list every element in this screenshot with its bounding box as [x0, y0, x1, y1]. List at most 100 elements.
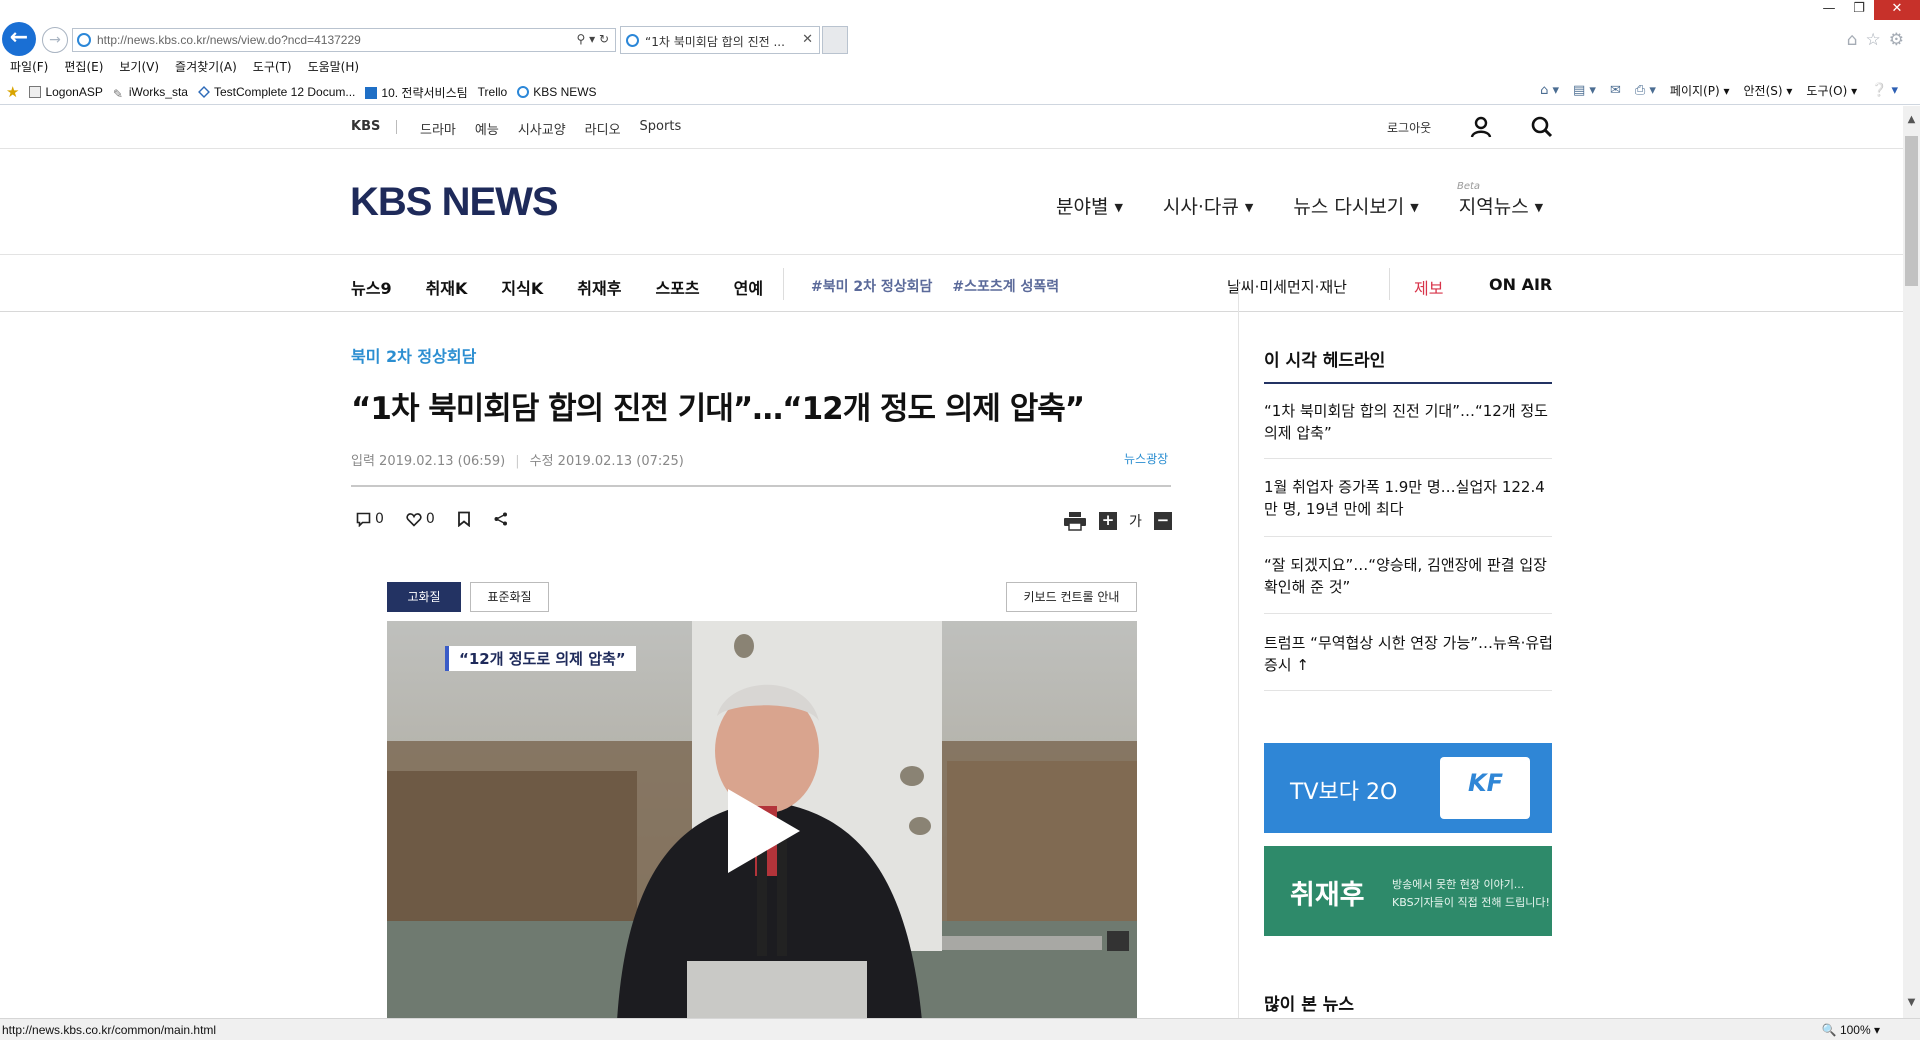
fav-kbs-news[interactable]: KBS NEWS	[517, 85, 597, 99]
menu-help[interactable]: 도움말(H)	[308, 58, 360, 75]
article-category[interactable]: 북미 2차 정상회담	[351, 343, 1171, 367]
menu-view[interactable]: 보기(V)	[119, 58, 159, 75]
share-icon[interactable]	[493, 511, 509, 527]
new-tab-button[interactable]	[822, 26, 848, 54]
banner-chwijaehu-title: 취재후	[1290, 880, 1365, 911]
zoom-level[interactable]: 🔍 100% ▾	[1822, 1023, 1880, 1037]
help-icon[interactable]: ❔ ▾	[1871, 83, 1898, 98]
search-icon[interactable]	[1530, 115, 1554, 139]
scroll-up-icon[interactable]: ▲	[1903, 114, 1920, 131]
scroll-down-icon[interactable]: ▼	[1903, 997, 1920, 1014]
safety-menu[interactable]: 안전(S) ▾	[1744, 82, 1793, 99]
subnav-jisik-k[interactable]: 지식K	[501, 275, 543, 299]
home-favorites-settings-icons[interactable]: ⌂☆⚙	[1847, 30, 1912, 50]
most-viewed-title: 많이 본 뉴스	[1264, 995, 1355, 1015]
gnb-link-radio[interactable]: 라디오	[585, 119, 621, 138]
article-header: 북미 2차 정상회담 “1차 북미회담 합의 진전 기대”…“12개 정도 의제…	[351, 343, 1171, 428]
address-url[interactable]: http://news.kbs.co.kr/news/view.do?ncd=4…	[97, 33, 361, 47]
hq-quality-button[interactable]: 고화질	[387, 582, 461, 612]
menu-news-replay[interactable]: 뉴스 다시보기 ▼	[1293, 192, 1418, 219]
gnb-link-drama[interactable]: 드라마	[420, 119, 456, 138]
status-url: http://news.kbs.co.kr/common/main.html	[2, 1023, 217, 1037]
tag-summit[interactable]: #북미 2차 정상회담	[811, 276, 932, 296]
print-icon[interactable]	[1063, 511, 1087, 531]
gnb-link-entertainment[interactable]: 예능	[475, 119, 499, 138]
address-tools[interactable]: ⚲ ▾ ↻	[577, 32, 610, 46]
subnav-sports[interactable]: 스포츠	[655, 275, 699, 299]
minimize-button[interactable]: —	[1814, 0, 1844, 20]
beta-label: Beta	[1457, 181, 1481, 192]
divider	[1264, 382, 1552, 384]
subnav-chwijaehu[interactable]: 취재후	[577, 275, 621, 299]
subnav-entertainment[interactable]: 연예	[734, 275, 763, 299]
kbs-news-logo[interactable]: KBS NEWS	[350, 180, 559, 225]
kf-badge: KF	[1440, 757, 1530, 819]
menu-edit[interactable]: 편집(E)	[64, 58, 103, 75]
gnb-link-sports[interactable]: Sports	[640, 119, 682, 138]
comment-icon	[356, 512, 371, 527]
headline-item[interactable]: “잘 되겠지요”…“양승태, 김앤장에 판결 입장 확인해 준 것”	[1264, 554, 1554, 598]
tv-banner[interactable]: TV보다 2O KF	[1264, 743, 1552, 833]
banner-chwijaehu-line1: 방송에서 못한 현장 이야기...	[1392, 878, 1525, 891]
subnav-items: 뉴스9 취재K 지식K 취재후 스포츠 연예	[351, 275, 763, 299]
keyboard-guide-button[interactable]: 키보드 컨트롤 안내	[1006, 582, 1137, 612]
close-window-button[interactable]: ✕	[1874, 0, 1920, 20]
tab-close-icon[interactable]: ✕	[802, 32, 813, 47]
headline-item[interactable]: “1차 북미회담 합의 진전 기대”…“12개 정도 의제 압축”	[1264, 400, 1554, 444]
fav-iworks[interactable]: ✎ iWorks_sta	[113, 85, 188, 101]
browser-tab[interactable]: “1차 북미회담 합의 진전 ... ✕	[620, 26, 820, 54]
heart-icon	[406, 512, 422, 527]
ie-icon	[626, 34, 639, 47]
subnav-news9[interactable]: 뉴스9	[351, 275, 392, 299]
font-decrease-button[interactable]: −	[1153, 512, 1172, 530]
program-source[interactable]: 뉴스광장	[1124, 450, 1168, 467]
fav-testcomplete[interactable]: TestComplete 12 Docum...	[198, 85, 355, 99]
article-headline: “1차 북미회담 합의 진전 기대”…“12개 정도 의제 압축”	[351, 391, 1085, 427]
fav-strategy[interactable]: 10. 전략서비스팀	[365, 84, 468, 101]
comment-button[interactable]: 0	[356, 511, 384, 527]
menu-file[interactable]: 파일(F)	[10, 58, 48, 75]
restore-button[interactable]: ❐	[1844, 0, 1874, 20]
bookmark-icon[interactable]	[457, 511, 471, 527]
headline-item[interactable]: 트럼프 “무역협상 시한 연장 가능”…뉴욕·유럽 증시 ↑	[1264, 632, 1554, 676]
like-button[interactable]: 0	[406, 511, 435, 527]
menu-categories[interactable]: 분야별 ▼	[1056, 192, 1123, 219]
mail-icon[interactable]: ✉	[1610, 83, 1621, 98]
fav-logonasp[interactable]: LogonASP	[29, 85, 103, 99]
divider	[1264, 613, 1552, 614]
tools-menu[interactable]: 도구(O) ▾	[1806, 82, 1857, 99]
vertical-scrollbar[interactable]: ▲ ▼	[1903, 106, 1920, 1018]
back-button[interactable]: ←	[2, 22, 36, 56]
logout-link[interactable]: 로그아웃	[1387, 119, 1431, 136]
page-menu[interactable]: 페이지(P) ▾	[1670, 82, 1730, 99]
gnb-kbs-link[interactable]: KBS	[351, 119, 380, 134]
font-increase-button[interactable]: +	[1099, 512, 1117, 530]
menu-local-news[interactable]: 지역뉴스 ▼	[1459, 192, 1543, 219]
tag-sports-abuse[interactable]: #스포츠계 성폭력	[952, 276, 1059, 296]
site-header: KBS NEWS Beta 분야별 ▼ 시사·다큐 ▼ 뉴스 다시보기 ▼ 지역뉴스 ▼	[0, 150, 1903, 255]
address-bar[interactable]: http://news.kbs.co.kr/news/view.do?ncd=4…	[72, 28, 616, 52]
scroll-thumb[interactable]	[1905, 136, 1918, 286]
video-player[interactable]: “12개 정도로 의제 압축”	[387, 621, 1137, 1018]
menu-current-affairs[interactable]: 시사·다큐 ▼	[1163, 192, 1253, 219]
menu-favorites[interactable]: 즐겨찾기(A)	[175, 58, 237, 75]
webpage: KBS 드라마 예능 시사교양 라디오 Sports 로그아웃 KBS NEWS…	[0, 106, 1903, 1018]
fav-trello[interactable]: Trello	[478, 85, 508, 99]
input-date: 입력 2019.02.13 (06:59)	[351, 454, 506, 469]
favorites-star-icon[interactable]: ★	[6, 83, 19, 101]
forward-button[interactable]: →	[42, 27, 68, 53]
comment-count: 0	[375, 511, 384, 527]
gnb-link-culture[interactable]: 시사교양	[518, 119, 566, 138]
print-icon[interactable]: ⎙ ▾	[1635, 83, 1656, 98]
feeds-icon[interactable]: ▤ ▾	[1573, 83, 1596, 98]
like-count: 0	[425, 511, 435, 527]
menu-tools[interactable]: 도구(T)	[253, 58, 292, 75]
chwijaehu-banner[interactable]: 취재후 방송에서 못한 현장 이야기... KBS기자들이 직접 전해 드립니다…	[1264, 846, 1552, 936]
user-icon[interactable]	[1470, 116, 1492, 138]
subnav-chwijae-k[interactable]: 취재K	[426, 275, 468, 299]
headline-item[interactable]: 1월 취업자 증가폭 1.9만 명…실업자 122.4만 명, 19년 만에 최…	[1264, 476, 1554, 520]
home-icon[interactable]: ⌂ ▾	[1540, 83, 1559, 98]
gnb-links: 드라마 예능 시사교양 라디오 Sports	[420, 119, 681, 138]
favorites-bar: ★ LogonASP ✎ iWorks_sta TestComplete 12 D…	[6, 83, 597, 101]
sq-quality-button[interactable]: 표준화질	[470, 582, 549, 612]
